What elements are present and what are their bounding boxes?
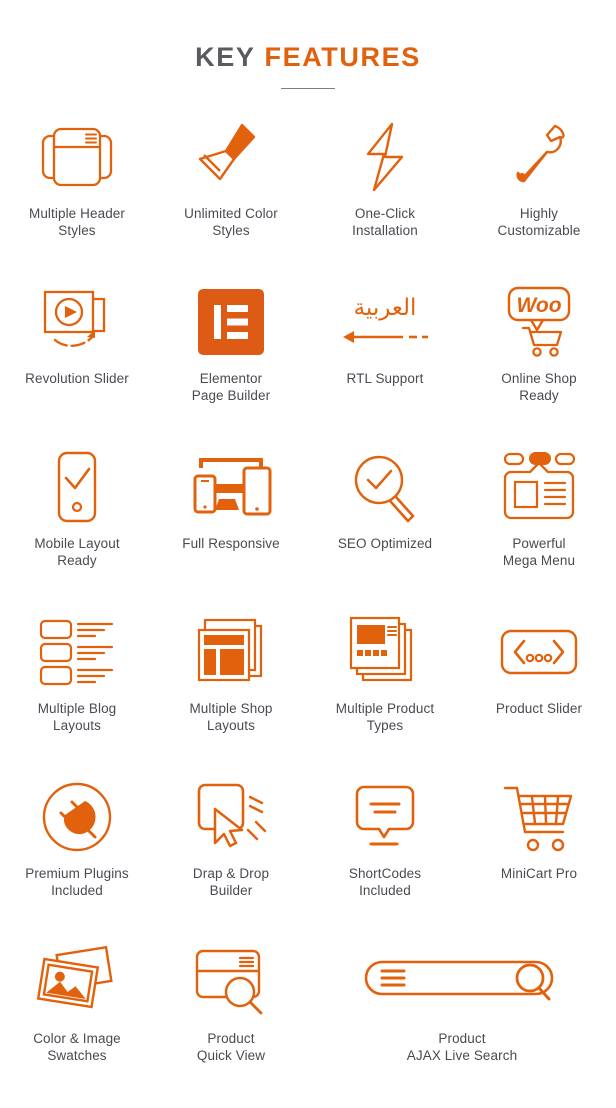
feature-label: Multiple Blog Layouts — [37, 701, 117, 733]
slider-arrows-icon — [500, 606, 578, 698]
page-header: KEY FEATURES — [0, 0, 616, 89]
feature-label: ShortCodes Included — [348, 866, 422, 898]
product-cards-icon — [349, 606, 421, 698]
key-features-page: KEY FEATURES Multiple Header Styles Unli… — [0, 0, 616, 1108]
feature-label: SEO Optimized — [337, 536, 433, 551]
shopping-cart-icon — [501, 771, 577, 863]
feature-item[interactable]: Multiple Product Types — [308, 606, 462, 771]
feature-item[interactable]: Multiple Header Styles — [0, 111, 154, 276]
feature-item[interactable]: SEO Optimized — [308, 441, 462, 606]
page-title: KEY FEATURES — [0, 44, 616, 71]
photo-stack-icon — [36, 936, 117, 1028]
quick-view-card-icon — [193, 936, 269, 1028]
title-divider — [281, 88, 335, 89]
lightning-bolt-icon — [358, 111, 412, 203]
feature-item[interactable]: Product Slider — [462, 606, 616, 771]
feature-item[interactable]: Revolution Slider — [0, 276, 154, 441]
mega-menu-icon — [500, 441, 578, 533]
feature-item[interactable]: Full Responsive — [154, 441, 308, 606]
feature-label: Product AJAX Live Search — [406, 1031, 518, 1063]
feature-item[interactable]: Product Quick View — [154, 936, 308, 1101]
feature-label: Premium Plugins Included — [25, 866, 129, 898]
feature-item[interactable]: Mobile Layout Ready — [0, 441, 154, 606]
woocommerce-cart-icon: Woo — [501, 276, 577, 368]
svg-text:Woo: Woo — [516, 294, 561, 317]
feature-item[interactable]: Multiple Shop Layouts — [154, 606, 308, 771]
feature-label: Product Quick View — [196, 1031, 266, 1063]
feature-label: Mobile Layout Ready — [34, 536, 120, 568]
feature-item[interactable]: One-Click Installation — [308, 111, 462, 276]
feature-label: MiniCart Pro — [500, 866, 578, 881]
plug-circle-icon — [41, 771, 113, 863]
rtl-arabic-text: العربية — [353, 294, 417, 321]
feature-label: Color & Image Swatches — [33, 1031, 121, 1063]
feature-label: Multiple Shop Layouts — [189, 701, 273, 733]
feature-item[interactable]: Drap & Drop Builder — [154, 771, 308, 936]
feature-item[interactable]: Powerful Mega Menu — [462, 441, 616, 606]
magnifier-check-icon — [349, 441, 421, 533]
revolution-slider-icon — [37, 276, 117, 368]
page-title-features: FEATURES — [264, 42, 421, 72]
feature-item[interactable]: Elementor Page Builder — [154, 276, 308, 441]
speech-bubble-icon — [351, 771, 419, 863]
rtl-arrow-icon: العربية — [341, 276, 429, 368]
feature-label: Unlimited Color Styles — [184, 206, 278, 238]
feature-item[interactable]: Product AJAX Live Search — [308, 936, 616, 1101]
feature-item[interactable]: Highly Customizable — [462, 111, 616, 276]
feature-label: Multiple Product Types — [335, 701, 435, 733]
feature-item[interactable]: MiniCart Pro — [462, 771, 616, 936]
feature-item[interactable]: ShortCodes Included — [308, 771, 462, 936]
feature-label: Drap & Drop Builder — [192, 866, 270, 898]
responsive-devices-icon — [189, 441, 273, 533]
page-title-key: KEY — [195, 42, 256, 72]
blog-list-layout-icon — [38, 606, 116, 698]
wrench-icon — [508, 111, 570, 203]
feature-item[interactable]: Woo Online Shop Ready — [462, 276, 616, 441]
feature-item[interactable]: العربية RTL Support — [308, 276, 462, 441]
feature-item[interactable]: Premium Plugins Included — [0, 771, 154, 936]
feature-label: Revolution Slider — [25, 371, 129, 386]
feature-label: Powerful Mega Menu — [502, 536, 576, 568]
multiple-header-styles-icon — [37, 111, 117, 203]
feature-label: Highly Customizable — [497, 206, 581, 238]
feature-label: Multiple Header Styles — [28, 206, 126, 238]
drag-drop-cursor-icon — [193, 771, 269, 863]
mobile-check-icon — [53, 441, 101, 533]
feature-label: Product Slider — [495, 701, 583, 716]
feature-label: One-Click Installation — [352, 206, 418, 238]
features-grid: Multiple Header Styles Unlimited Color Sty… — [0, 111, 616, 1101]
paint-roller-icon — [196, 111, 266, 203]
feature-label: Elementor Page Builder — [191, 371, 271, 403]
feature-item[interactable]: Unlimited Color Styles — [154, 111, 308, 276]
stacked-pages-icon — [195, 606, 267, 698]
feature-item[interactable]: Multiple Blog Layouts — [0, 606, 154, 771]
ajax-search-bar-icon — [362, 936, 562, 1028]
feature-label: Online Shop Ready — [501, 371, 577, 403]
feature-label: RTL Support — [346, 371, 424, 386]
feature-label: Full Responsive — [182, 536, 280, 551]
feature-item[interactable]: Color & Image Swatches — [0, 936, 154, 1101]
elementor-logo-icon — [198, 276, 264, 368]
